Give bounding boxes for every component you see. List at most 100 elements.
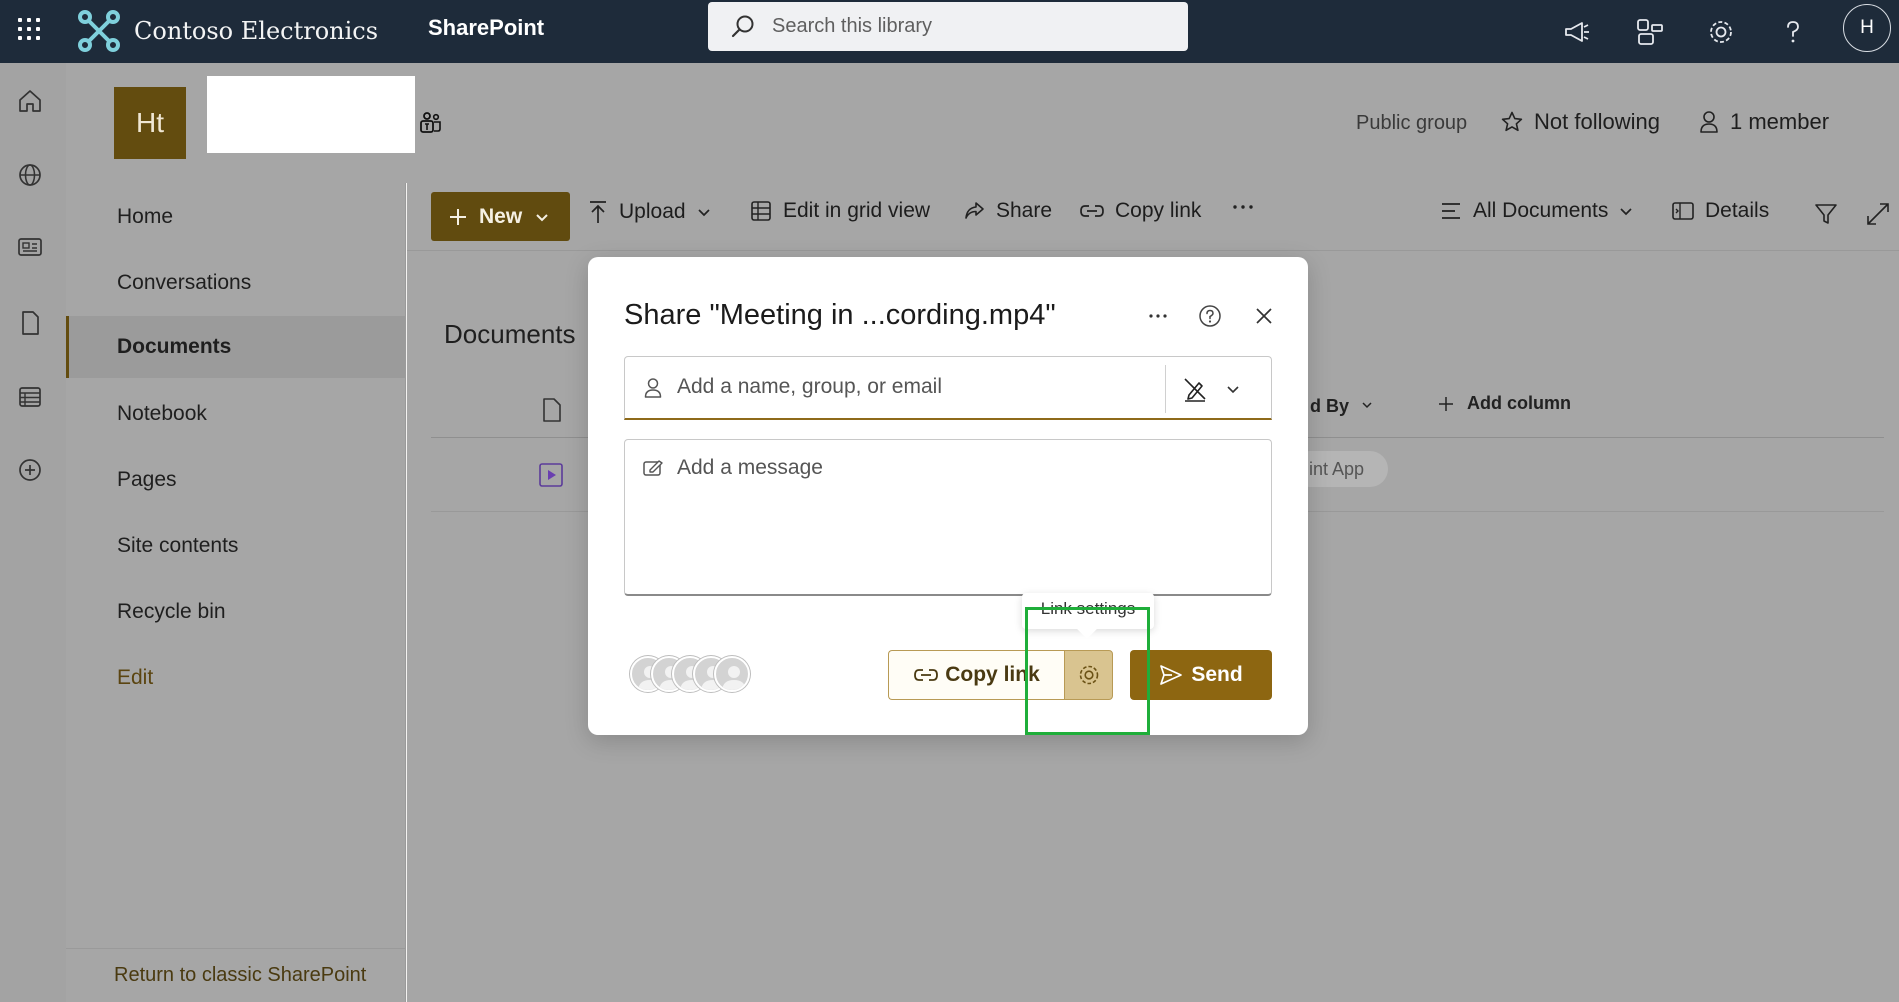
upload-icon (590, 201, 606, 223)
follow-label: Not following (1534, 109, 1660, 134)
file-icon[interactable] (13, 306, 47, 340)
nav-item-conversations[interactable]: Conversations (66, 252, 406, 314)
suite-header: Contoso Electronics SharePoint H (0, 0, 1899, 63)
copy-link-label: Copy link (1115, 199, 1202, 222)
contoso-logo-icon (78, 10, 120, 52)
edit-grid-button[interactable]: Edit in grid view (749, 199, 930, 223)
app-rail (0, 63, 66, 1002)
copy-link-button[interactable]: Copy link (888, 650, 1064, 700)
follow-button[interactable]: Not following (1500, 109, 1660, 135)
link-settings-button[interactable] (1064, 650, 1113, 700)
more-options-icon[interactable] (1141, 299, 1175, 333)
recipient-input[interactable] (677, 375, 1117, 399)
help-icon[interactable] (1771, 10, 1815, 54)
share-icon (965, 202, 984, 219)
close-icon[interactable] (1247, 299, 1281, 333)
chevron-down-icon (697, 209, 710, 217)
details-pane-icon (1672, 202, 1694, 220)
chevron-down-icon (1227, 386, 1239, 394)
copy-link-button[interactable]: Copy link (1079, 199, 1201, 223)
edit-grid-label: Edit in grid view (783, 199, 931, 222)
send-label: Send (1191, 663, 1243, 686)
add-circle-icon[interactable] (13, 453, 47, 487)
view-switcher[interactable]: All Documents (1439, 199, 1644, 223)
details-button[interactable]: Details (1671, 199, 1769, 223)
add-column-label: Add column (1467, 393, 1571, 413)
brand-name: Contoso Electronics (134, 17, 379, 45)
link-settings-tooltip: Link settings (1022, 593, 1154, 629)
new-button[interactable]: New (431, 192, 570, 241)
star-icon (1501, 111, 1523, 132)
globe-icon[interactable] (13, 158, 47, 192)
news-icon[interactable] (13, 230, 47, 264)
search-icon (731, 15, 754, 37)
nav-item-recycle-bin[interactable]: Recycle bin (66, 581, 406, 643)
home-icon[interactable] (13, 84, 47, 118)
upload-button[interactable]: Upload (587, 199, 722, 225)
person-icon (644, 378, 662, 398)
command-bar: New Upload Edit in grid view Share Copy … (407, 183, 1899, 251)
members-label: 1 member (1730, 109, 1830, 134)
view-label: All Documents (1473, 199, 1609, 222)
filter-icon[interactable] (1813, 201, 1849, 227)
plus-icon (1439, 396, 1453, 411)
share-label: Share (996, 199, 1053, 222)
search-box[interactable] (708, 2, 1188, 51)
link-icon (1080, 205, 1104, 217)
details-label: Details (1705, 199, 1770, 222)
share-button[interactable]: Share (962, 199, 1052, 223)
share-dialog: Share "Meeting in ...cording.mp4" Copy l… (588, 257, 1308, 735)
brand[interactable]: Contoso Electronics (76, 6, 378, 56)
library-title: Documents (444, 319, 576, 349)
chevron-down-icon (536, 213, 548, 221)
list-view-icon (1442, 203, 1460, 219)
app-launcher-icon[interactable] (16, 16, 42, 42)
site-logo[interactable]: Ht (114, 87, 186, 159)
members-button[interactable]: 1 member (1698, 109, 1829, 135)
edit-message-icon (643, 460, 663, 476)
nav-edit-link[interactable]: Edit (66, 647, 406, 709)
app-name[interactable]: SharePoint (428, 15, 544, 41)
nav-item-home[interactable]: Home (66, 186, 406, 248)
dialog-title: Share "Meeting in ...cording.mp4" (624, 299, 1056, 331)
megaphone-icon[interactable] (1555, 10, 1599, 54)
site-title-redacted (207, 76, 415, 153)
user-avatar[interactable]: H (1843, 4, 1891, 52)
gear-icon (1079, 665, 1098, 685)
no-edit-icon (1184, 378, 1206, 402)
file-type-icon[interactable] (541, 397, 563, 423)
video-file-icon (539, 463, 563, 487)
send-button[interactable]: Send (1130, 650, 1272, 700)
nav-item-notebook[interactable]: Notebook (66, 383, 406, 445)
message-input[interactable] (677, 456, 1237, 576)
new-label: New (479, 204, 523, 228)
search-input[interactable] (772, 15, 1172, 38)
permission-dropdown[interactable] (1181, 371, 1261, 407)
list-icon[interactable] (13, 380, 47, 414)
upload-label: Upload (619, 200, 686, 223)
person-icon (1700, 111, 1718, 133)
left-navigation: Home Conversations Documents Notebook Pa… (66, 183, 406, 1002)
help-icon[interactable] (1193, 299, 1227, 333)
add-column-button[interactable]: Add column (1437, 393, 1571, 414)
plus-icon (450, 208, 466, 225)
recipient-field[interactable] (624, 356, 1272, 420)
return-classic-link[interactable]: Return to classic SharePoint (66, 948, 406, 1002)
nav-item-documents[interactable]: Documents (66, 316, 406, 378)
recipient-divider (1165, 365, 1166, 413)
gear-icon[interactable] (1699, 10, 1743, 54)
chevron-down-icon (1362, 402, 1372, 409)
teams-icon[interactable] (417, 109, 445, 137)
more-icon[interactable] (1231, 195, 1265, 219)
shared-with-avatars[interactable] (630, 656, 760, 694)
modified-by-column-header[interactable]: d By (1310, 396, 1374, 417)
site-header: Ht Public group Not following 1 member (66, 63, 1899, 183)
nav-item-site-contents[interactable]: Site contents (66, 515, 406, 577)
expand-icon[interactable] (1865, 201, 1899, 227)
copy-link-label: Copy link (945, 663, 1040, 686)
message-field[interactable] (624, 439, 1272, 596)
send-icon (1160, 665, 1183, 685)
chevron-down-icon (1620, 208, 1632, 216)
feedback-icon[interactable] (1628, 10, 1672, 54)
nav-item-pages[interactable]: Pages (66, 449, 406, 511)
